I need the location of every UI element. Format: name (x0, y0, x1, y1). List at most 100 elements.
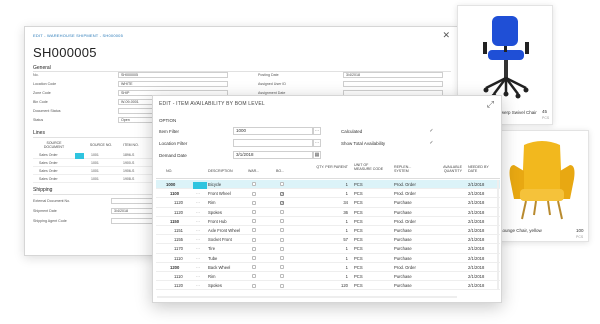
cell-needed-by-date: 2/1/2018 (468, 200, 485, 206)
expand-icon[interactable]: ⤢ (487, 99, 494, 110)
table-row[interactable]: 1150 ⋯ Front Hub 1 PCS Prod. Order 2/1/2018 (156, 217, 500, 226)
column-header[interactable]: WAR... (248, 169, 259, 173)
table-row[interactable]: Sales Order 1001 1896-S (33, 151, 163, 159)
demand-date-input[interactable]: 3/1/2018 (233, 151, 313, 159)
warning-checkbox[interactable] (252, 255, 256, 260)
bottleneck-checkbox[interactable] (280, 283, 284, 288)
product-price: 100 (576, 228, 584, 233)
bottleneck-checkbox[interactable] (280, 265, 284, 270)
row-menu-icon[interactable]: ⋯ (196, 228, 200, 233)
calendar-icon[interactable]: ▦ (313, 151, 321, 159)
warning-checkbox[interactable] (252, 265, 256, 270)
cell-replenishment: Purchase (394, 246, 412, 252)
column-header[interactable]: REPLEN... SYSTEM (394, 165, 426, 174)
table-row[interactable]: Sales Order 1001 1900-S (33, 159, 163, 167)
column-header[interactable]: BO... (276, 169, 284, 173)
vertical-scrollbar[interactable] (497, 180, 499, 290)
bottleneck-checkbox[interactable] (280, 255, 284, 260)
location-filter-label: Location Filter (159, 141, 188, 146)
bottleneck-checkbox[interactable] (280, 182, 284, 187)
warning-checkbox[interactable] (252, 246, 256, 251)
table-row[interactable]: 1151 ⋯ Axle Front Wheel 1 PCS Purchase 2/1/201… (156, 226, 500, 236)
cell-description: Socket Front (208, 237, 232, 243)
bottleneck-checkbox[interactable] (280, 191, 284, 196)
cell-no: 1120 (174, 283, 184, 289)
field-row: Posting Date 3/4/2018 (258, 72, 448, 79)
bottleneck-checkbox[interactable] (280, 200, 284, 205)
row-menu-icon[interactable]: ⋯ (196, 210, 200, 215)
no-field[interactable]: SH000005 (118, 72, 228, 78)
table-row[interactable]: 1170 ⋯ Tire 1 PCS Purchase 2/1/2018 (156, 244, 500, 254)
row-menu-icon[interactable]: ⋯ (196, 219, 200, 224)
shipping-agent-field[interactable] (111, 218, 156, 224)
warning-checkbox[interactable] (252, 237, 256, 242)
table-row[interactable]: Sales Order 1001 1906-S (33, 167, 163, 175)
bottleneck-checkbox[interactable] (280, 274, 284, 279)
warning-checkbox[interactable] (252, 209, 256, 214)
warning-checkbox[interactable] (252, 191, 256, 196)
row-menu-icon[interactable]: ⋯ (196, 283, 200, 288)
row-menu-icon[interactable]: ⋯ (196, 265, 200, 270)
row-menu-icon[interactable]: ⋯ (196, 191, 200, 196)
calculated-checkbox[interactable]: ✓ (429, 129, 434, 134)
table-row[interactable]: 1100 ⋯ Front Wheel 1 PCS Prod. Order 2/1/2018 (156, 189, 500, 199)
table-row[interactable]: 1110 ⋯ Rim 1 PCS Purchase 2/1/2018 (156, 272, 500, 282)
warning-checkbox[interactable] (252, 228, 256, 233)
column-header[interactable]: UNIT OF MEASURE CODE (354, 163, 386, 172)
close-icon[interactable]: ✕ (442, 30, 450, 41)
location-filter-input[interactable] (233, 139, 313, 147)
row-menu-icon[interactable]: ⋯ (196, 246, 200, 251)
cell-replenishment: Purchase (394, 255, 412, 261)
row-menu-icon[interactable]: ⋯ (196, 237, 200, 242)
cell-uom: PCS (354, 274, 363, 279)
table-row[interactable]: 1120 ⋯ Rim 34 PCS Purchase 2/1/2018 (156, 198, 500, 208)
field-row: Location Code WHITE (33, 81, 233, 88)
warning-checkbox[interactable] (252, 274, 256, 279)
column-header[interactable]: QTY. PER PARENT (314, 165, 348, 169)
bottleneck-checkbox[interactable] (280, 228, 284, 233)
row-menu-icon[interactable]: ⋯ (196, 256, 200, 261)
posting-date-field[interactable]: 3/4/2018 (343, 72, 443, 78)
column-header[interactable]: NEEDED BY DATE (468, 165, 498, 174)
table-row[interactable]: Sales Order 1001 1908-S (33, 175, 163, 183)
cell-qty-per-parent: 1 (345, 228, 348, 233)
location-filter-lookup-button[interactable]: ⋯ (313, 139, 321, 147)
warning-checkbox[interactable] (252, 219, 256, 224)
table-row[interactable]: 1120 ⋯ Spokes 120 PCS Purchase 2/1/2018 (156, 281, 500, 291)
row-selector[interactable] (193, 182, 207, 189)
show-total-row: Show Total Availability ✓ (341, 139, 491, 148)
cell-source-doc: Sales Order (39, 177, 58, 181)
field-label: Bin Code (33, 100, 48, 104)
cell-needed-by-date: 2/1/2018 (468, 228, 485, 233)
warning-checkbox[interactable] (252, 283, 256, 288)
external-doc-field[interactable] (111, 198, 156, 204)
calculated-row: Calculated ✓ (341, 127, 491, 136)
bottleneck-checkbox[interactable] (280, 246, 284, 251)
table-row[interactable]: 1120 ⋯ Spokes 36 PCS Purchase 2/1/2018 (156, 208, 500, 217)
column-header[interactable]: AVAILABLE QUANTITY (428, 165, 462, 174)
table-row[interactable]: 1000 Bicycle 1 PCS Prod. Order 2/1/2018 (156, 180, 500, 190)
product-card[interactable]: Lounge Chair, yellow 100 PCS (493, 130, 589, 242)
warning-checkbox[interactable] (252, 182, 256, 187)
row-menu-icon[interactable]: ⋯ (196, 274, 200, 279)
table-row[interactable]: 1110 ⋯ Tube 1 PCS Purchase 2/1/2018 (156, 254, 500, 263)
assigned-user-field[interactable] (343, 81, 443, 87)
bottleneck-checkbox[interactable] (280, 237, 284, 242)
bottleneck-checkbox[interactable] (280, 219, 284, 224)
row-menu-icon[interactable]: ⋯ (196, 200, 200, 205)
item-filter-input[interactable]: 1000 (233, 127, 313, 135)
show-total-checkbox[interactable]: ✓ (429, 141, 434, 146)
shipment-date-field[interactable]: 3/4/2018 (111, 208, 156, 214)
table-row[interactable]: 1155 ⋯ Socket Front 57 PCS Purchase 2/1/2018 (156, 235, 500, 245)
cell-item-no: 1908-S (123, 177, 135, 181)
location-code-field[interactable]: WHITE (118, 81, 228, 87)
horizontal-scrollbar[interactable] (157, 296, 457, 298)
bottleneck-checkbox[interactable] (280, 209, 284, 214)
table-row[interactable]: 1200 ⋯ Back Wheel 1 PCS Prod. Order 2/1/2018 (156, 263, 500, 272)
column-header[interactable]: NO. (166, 169, 172, 173)
cell-source-no: 1001 (91, 169, 99, 173)
column-header[interactable]: DESCRIPTION (208, 169, 233, 173)
item-filter-lookup-button[interactable]: ⋯ (313, 127, 321, 135)
cell-uom: PCS (354, 182, 363, 187)
warning-checkbox[interactable] (252, 200, 256, 205)
